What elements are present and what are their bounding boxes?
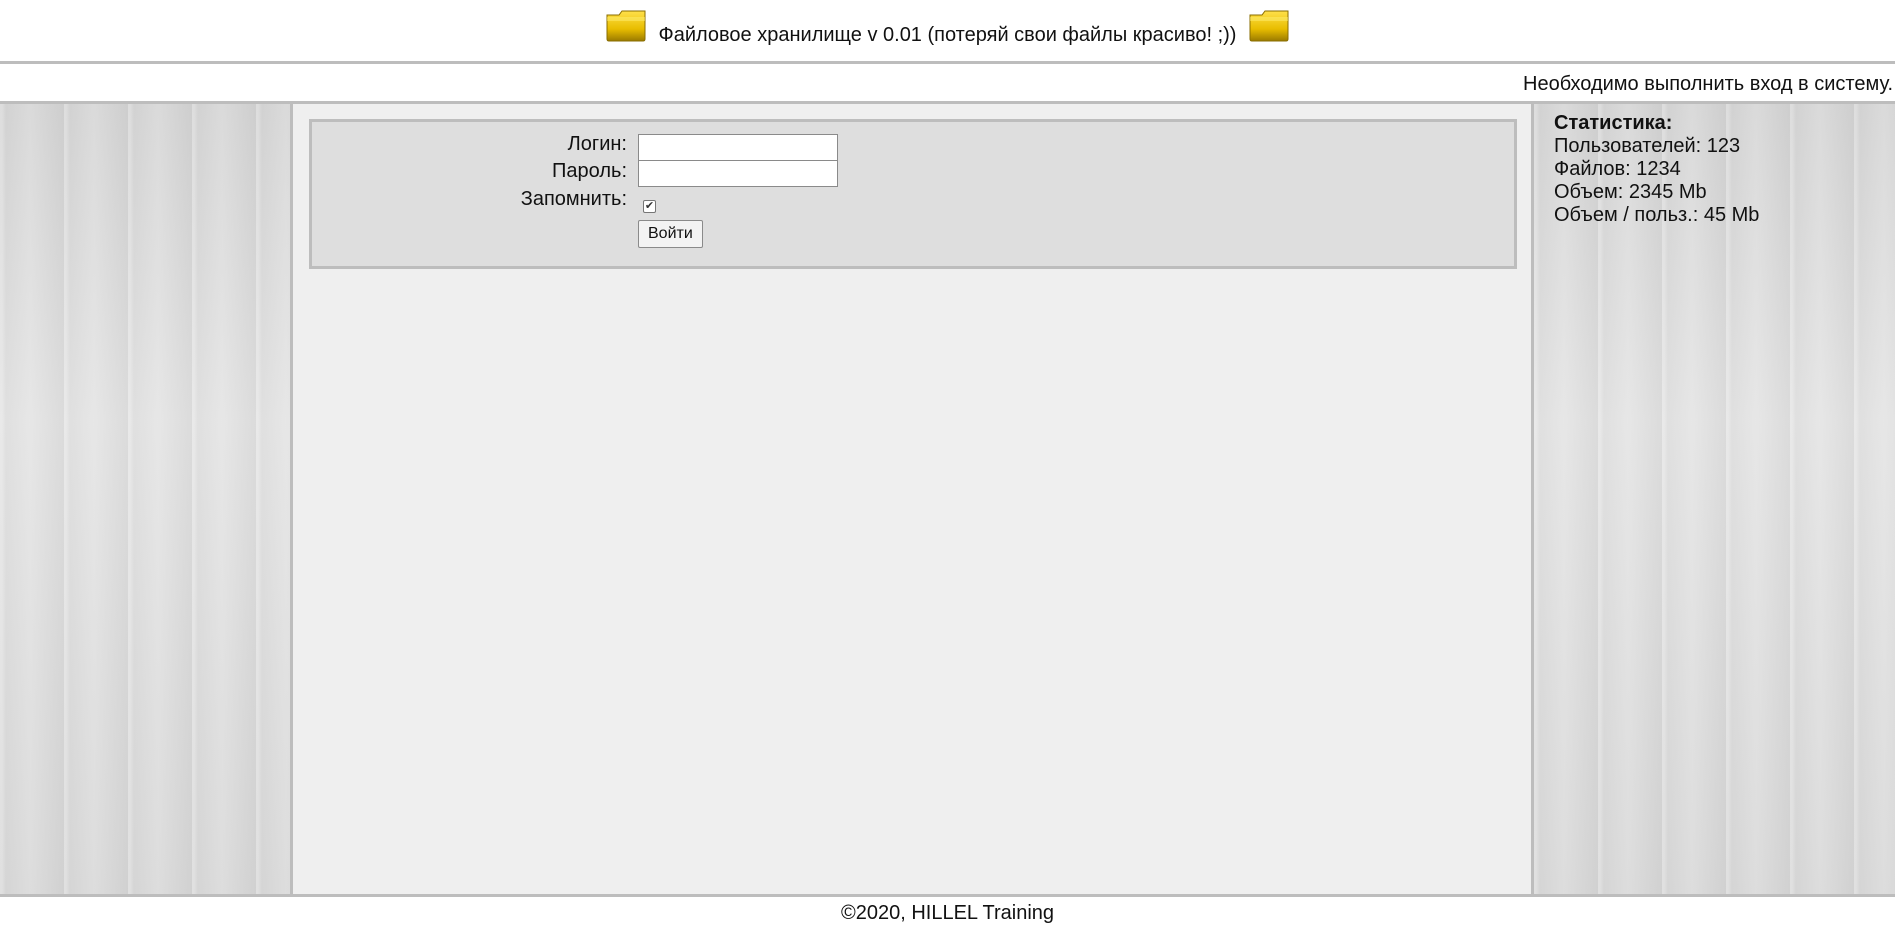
folder-icon bbox=[605, 9, 647, 43]
login-input[interactable] bbox=[638, 134, 838, 161]
password-label-wrap: Пароль: bbox=[312, 160, 627, 184]
page-footer: ©2020, HILLEL Training bbox=[0, 894, 1895, 930]
stats-files: Файлов: 1234 bbox=[1554, 158, 1681, 180]
remember-label: Запомнить: bbox=[520, 188, 627, 210]
folder-icon bbox=[1248, 9, 1290, 43]
main-content: Логин: Пароль: Запомнить: ✔ Войти bbox=[293, 104, 1531, 894]
login-button[interactable]: Войти bbox=[638, 220, 703, 248]
login-form: Логин: Пароль: Запомнить: ✔ Войти bbox=[309, 119, 1517, 269]
login-label-wrap: Логин: bbox=[312, 133, 627, 157]
page-header: Файловое хранилище v 0.01 (потеряй свои … bbox=[0, 0, 1895, 64]
login-status-bar: Необходимо выполнить вход в систему. bbox=[0, 64, 1895, 104]
login-required-message: Необходимо выполнить вход в систему. bbox=[1523, 73, 1893, 95]
copyright-text: ©2020, HILLEL Training bbox=[840, 902, 1055, 924]
remember-checkbox[interactable]: ✔ bbox=[643, 200, 656, 213]
stats-panel: Статистика: Пользователей: 123 Файлов: 1… bbox=[1531, 104, 1895, 894]
remember-label-wrap: Запомнить: bbox=[312, 188, 627, 212]
stats-users: Пользователей: 123 bbox=[1554, 135, 1741, 157]
stats-volume-per-user: Объем / польз.: 45 Mb bbox=[1554, 204, 1760, 226]
stats-heading: Статистика: bbox=[1554, 112, 1673, 134]
left-side-panel bbox=[0, 104, 293, 894]
stats-block: Статистика: Пользователей: 123 Файлов: 1… bbox=[1554, 112, 1759, 227]
password-input[interactable] bbox=[638, 160, 838, 187]
page-title: Файловое хранилище v 0.01 (потеряй свои … bbox=[658, 24, 1237, 46]
stats-volume: Объем: 2345 Mb bbox=[1554, 181, 1707, 203]
login-label: Логин: bbox=[567, 133, 627, 155]
password-label: Пароль: bbox=[552, 160, 627, 182]
